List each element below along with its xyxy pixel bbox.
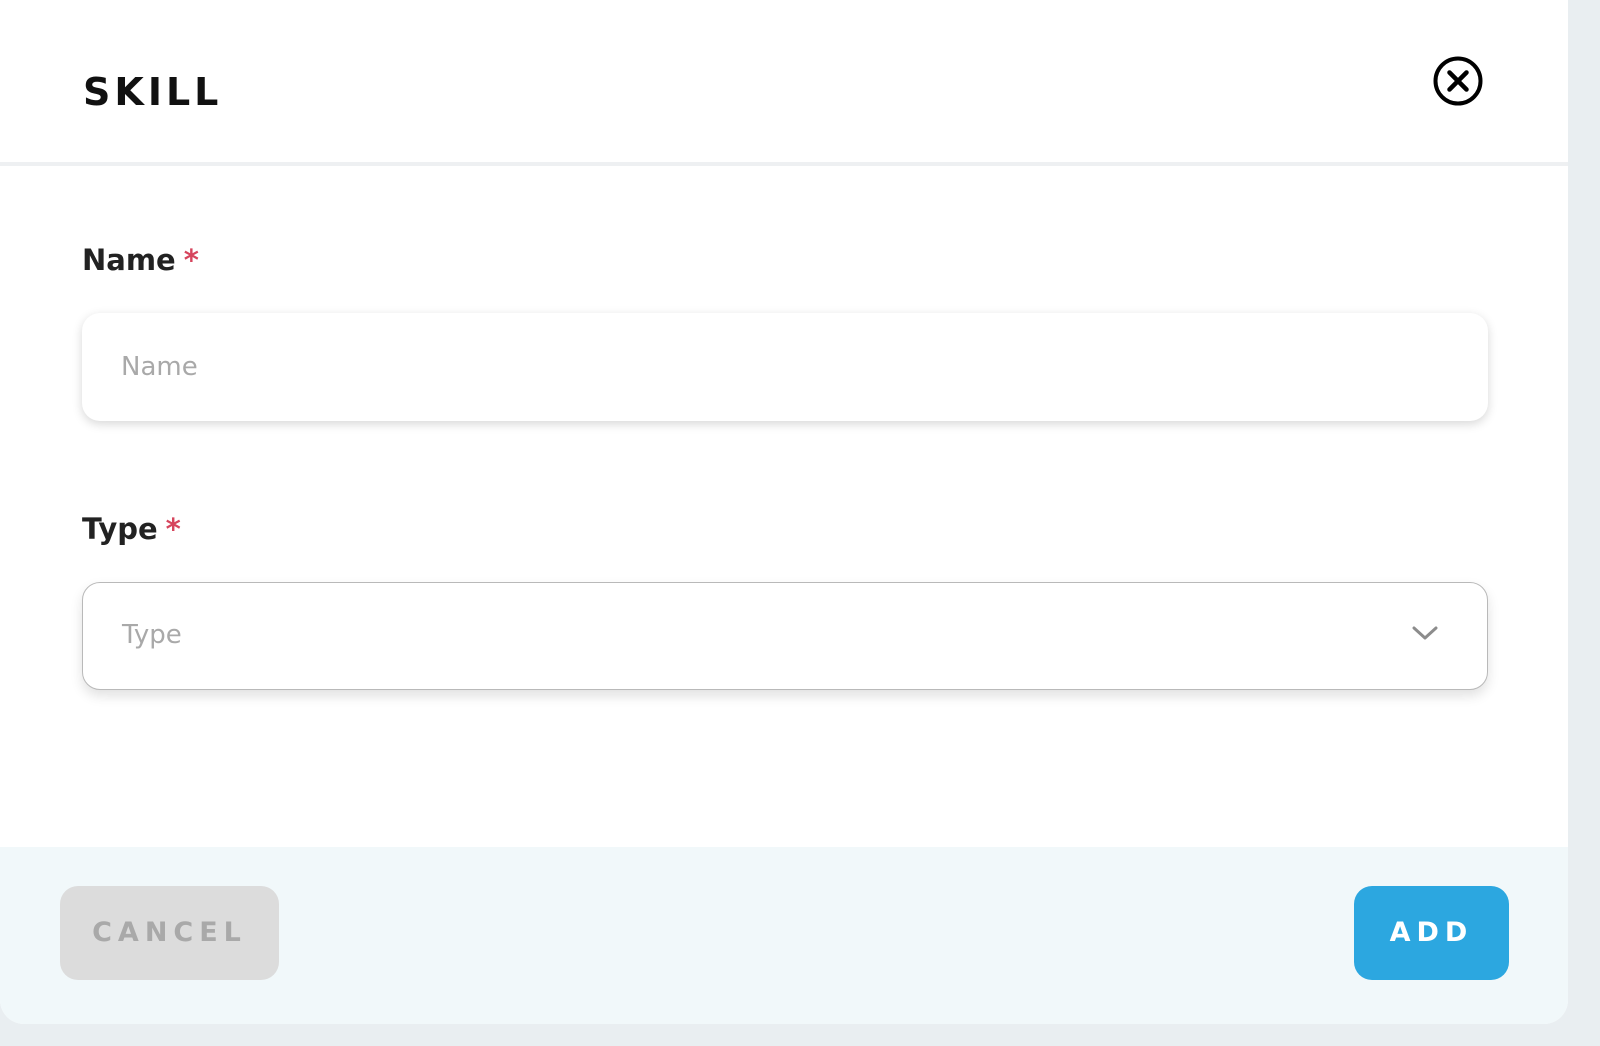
type-label-text: Type: [82, 512, 158, 546]
close-button[interactable]: [1432, 55, 1484, 107]
dialog-title: SKILL: [83, 70, 223, 114]
add-button[interactable]: ADD: [1354, 886, 1509, 980]
dialog-header: SKILL: [0, 0, 1568, 166]
type-field-label: Type *: [82, 509, 181, 549]
name-input[interactable]: [82, 313, 1488, 421]
skill-dialog: SKILL Name* Type* Type CANCEL ADD: [0, 0, 1568, 1024]
close-circle-icon: [1433, 56, 1483, 106]
chevron-down-icon: [1412, 626, 1438, 640]
name-field-label: Name *: [82, 240, 199, 280]
name-label-text: Name: [82, 243, 176, 277]
dialog-footer: CANCEL ADD: [0, 847, 1568, 1024]
required-marker: *: [165, 512, 181, 546]
cancel-button[interactable]: CANCEL: [60, 886, 279, 980]
type-select[interactable]: Type: [82, 582, 1488, 690]
type-select-placeholder: Type: [122, 620, 182, 650]
required-marker: *: [183, 243, 199, 277]
